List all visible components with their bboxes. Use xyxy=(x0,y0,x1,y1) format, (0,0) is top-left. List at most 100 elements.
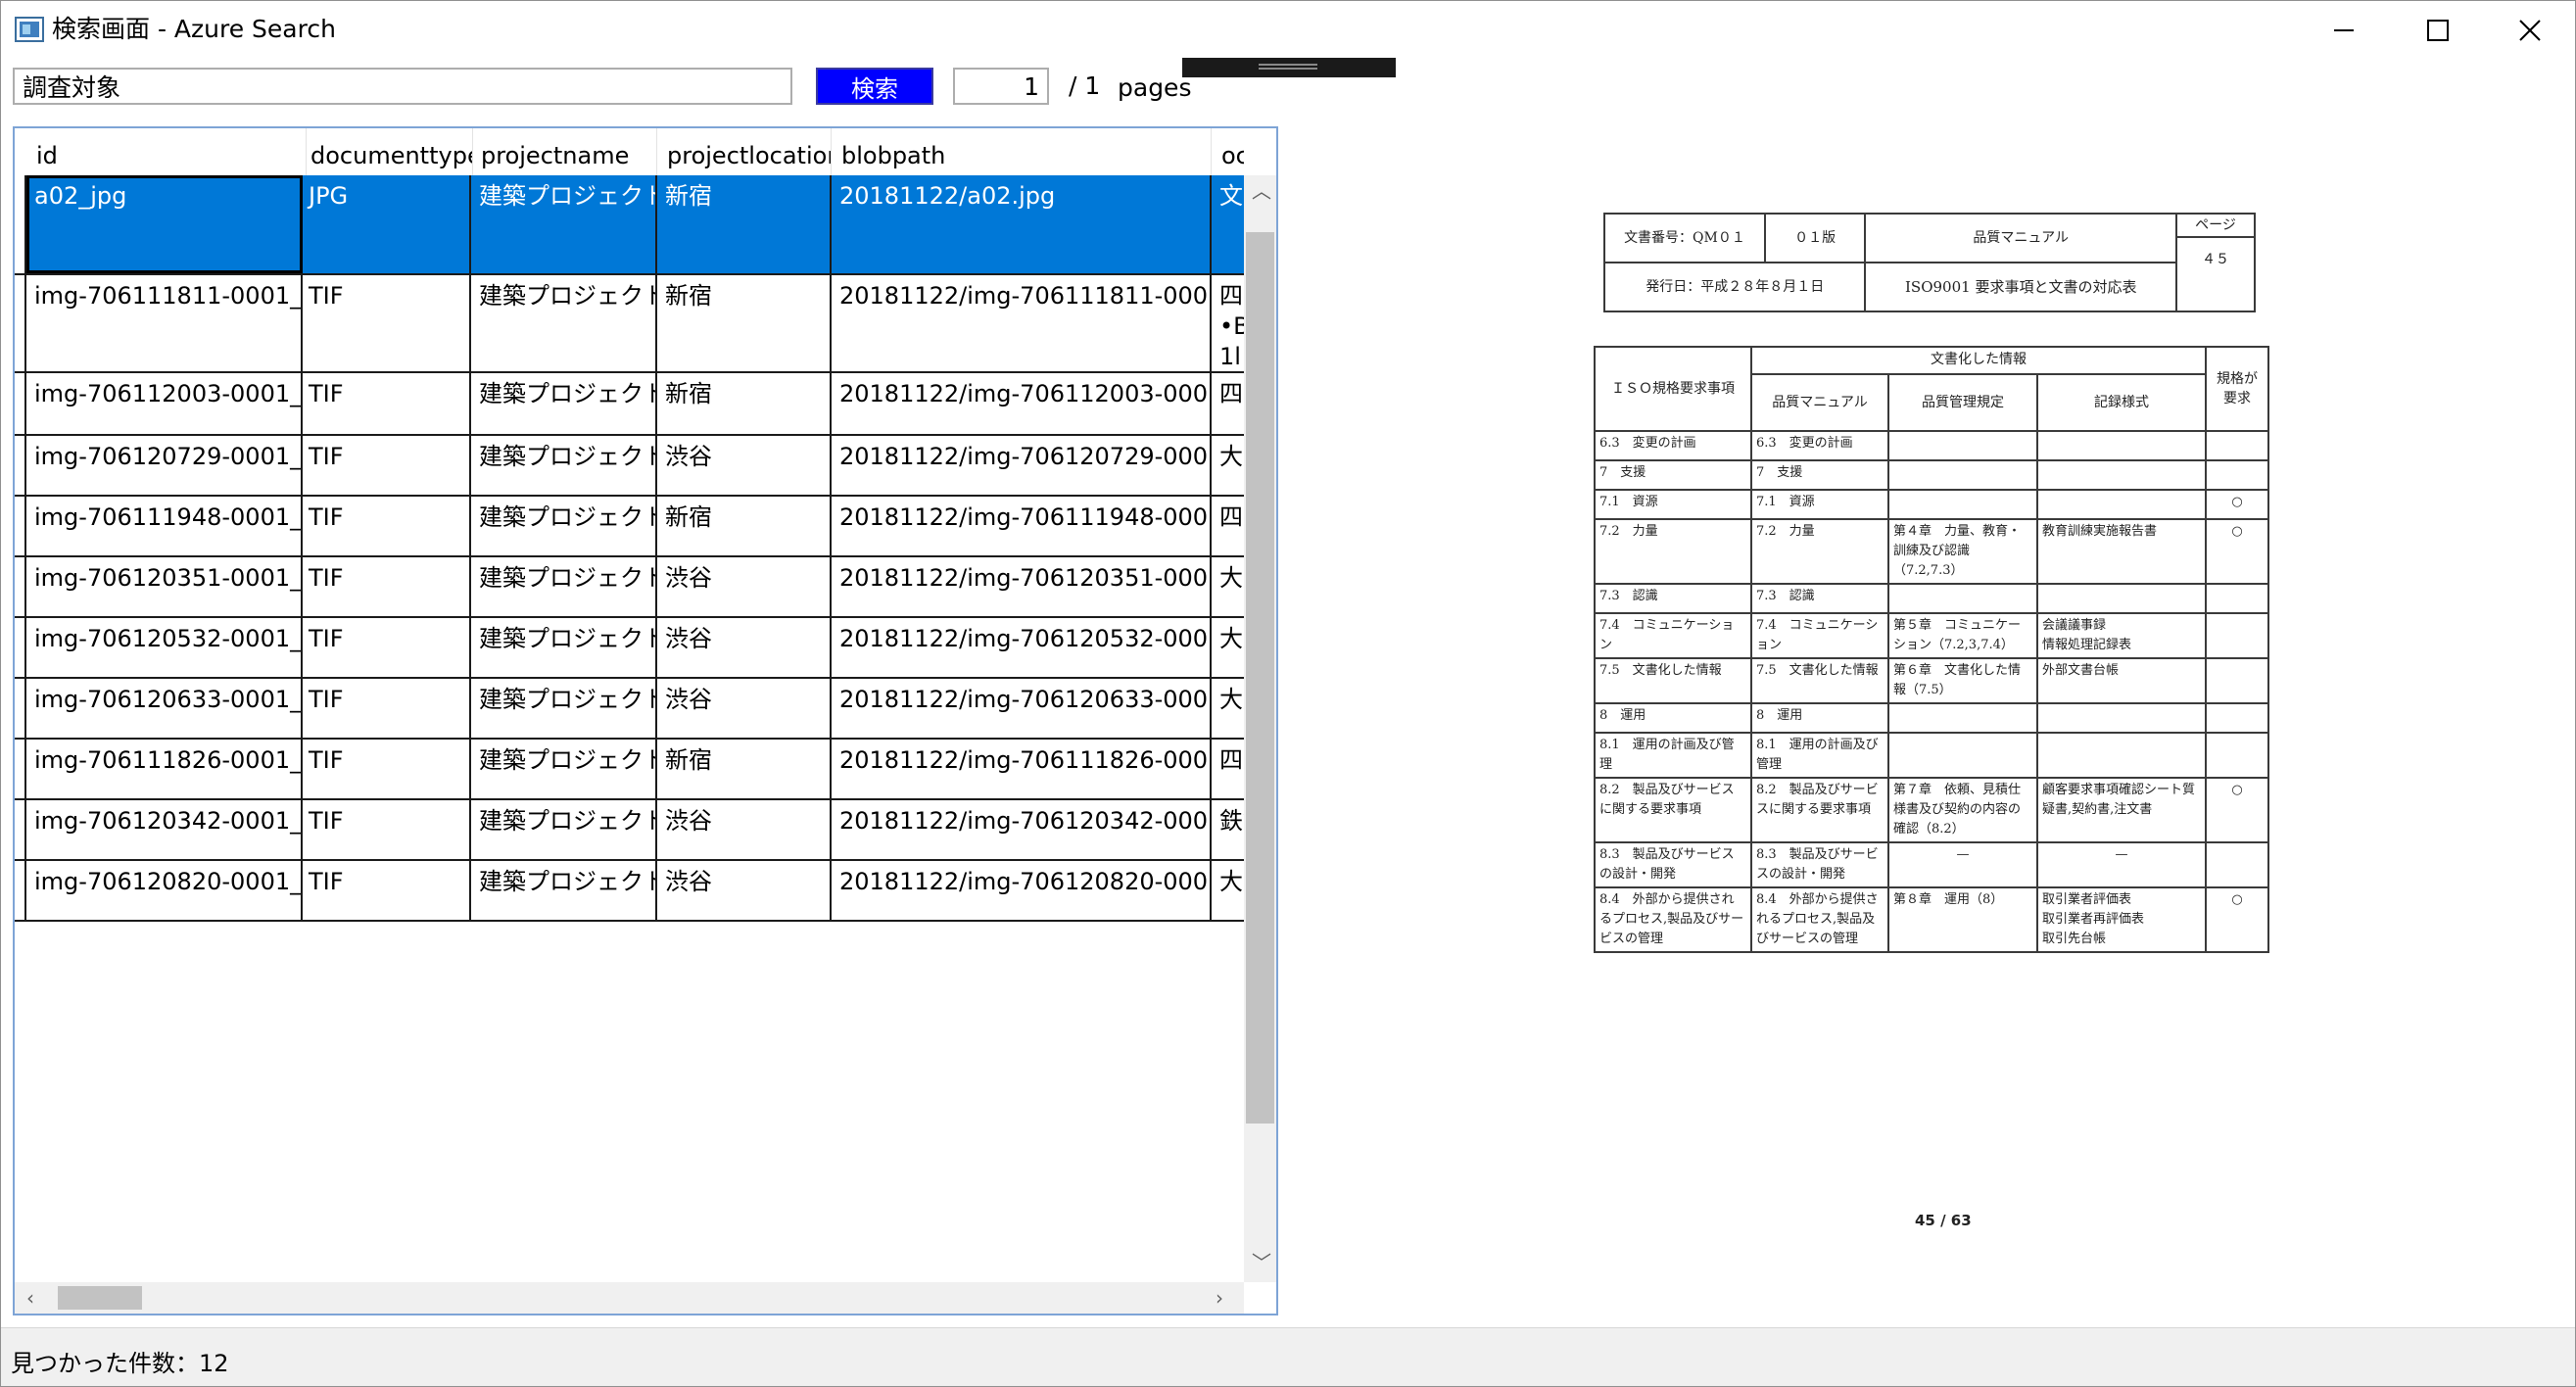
cell-projectlocation[interactable]: 渋谷 xyxy=(657,861,832,920)
cell-documenttype[interactable]: TIF xyxy=(301,436,471,495)
column-header-projectname[interactable]: projectname xyxy=(471,128,657,175)
cell-id[interactable]: img-706111826-0001_tif xyxy=(26,740,303,798)
cell-projectlocation[interactable]: 渋谷 xyxy=(657,436,832,495)
minimize-button[interactable] xyxy=(2299,1,2389,60)
row-header[interactable] xyxy=(15,618,26,677)
cell-blobpath[interactable]: 20181122/img-706120342-0001.tif xyxy=(832,800,1212,859)
row-header[interactable] xyxy=(15,175,26,273)
cell-blobpath[interactable]: 20181122/img-706112003-0001.tif xyxy=(832,373,1212,434)
cell-ocr[interactable]: 四谷 xyxy=(1212,740,1244,798)
cell-id[interactable]: img-706111948-0001_tif xyxy=(26,497,303,555)
cell-documenttype[interactable]: TIF xyxy=(301,557,471,616)
table-row[interactable]: a02_jpgJPG建築プロジェクトA新宿20181122/a02.jpg文書 xyxy=(15,175,1244,275)
table-row[interactable]: img-706120342-0001_tifTIF建築プロジェクトB渋谷2018… xyxy=(15,800,1244,861)
scroll-right-icon[interactable]: › xyxy=(1216,1288,1223,1308)
vertical-scrollbar[interactable]: ︿ ﹀ xyxy=(1244,175,1276,1282)
cell-projectlocation[interactable]: 新宿 xyxy=(657,497,832,555)
column-header-documenttype[interactable]: documenttype xyxy=(301,128,473,175)
cell-projectname[interactable]: 建築プロジェクトA xyxy=(471,275,657,371)
cell-documenttype[interactable]: JPG xyxy=(301,175,471,273)
scroll-up-icon[interactable]: ︿ xyxy=(1252,181,1271,201)
splitter-handle[interactable] xyxy=(1182,58,1396,77)
search-input[interactable] xyxy=(13,68,792,105)
cell-documenttype[interactable]: TIF xyxy=(301,800,471,859)
cell-ocr[interactable]: 大成 xyxy=(1212,436,1244,495)
cell-blobpath[interactable]: 20181122/img-706120351-0001.tif xyxy=(832,557,1212,616)
table-row[interactable]: img-706120820-0001_tifTIF建築プロジェクトB渋谷2018… xyxy=(15,861,1244,922)
table-row[interactable]: img-706120729-0001_tifTIF建築プロジェクトB渋谷2018… xyxy=(15,436,1244,497)
cell-id[interactable]: img-706120342-0001_tif xyxy=(26,800,303,859)
cell-ocr[interactable]: 大成 xyxy=(1212,679,1244,738)
scroll-down-icon[interactable]: ﹀ xyxy=(1252,1253,1271,1272)
horizontal-scrollbar[interactable]: ‹ › xyxy=(15,1282,1244,1314)
cell-projectname[interactable]: 建築プロジェクトB xyxy=(471,618,657,677)
row-header[interactable] xyxy=(15,373,26,434)
row-header[interactable] xyxy=(15,497,26,555)
cell-projectlocation[interactable]: 渋谷 xyxy=(657,800,832,859)
row-header[interactable] xyxy=(15,557,26,616)
cell-id[interactable]: img-706120633-0001_tif xyxy=(26,679,303,738)
row-header[interactable] xyxy=(15,740,26,798)
row-header[interactable] xyxy=(15,275,26,371)
cell-id[interactable]: img-706120820-0001_tif xyxy=(26,861,303,920)
cell-id[interactable]: a02_jpg xyxy=(26,175,303,273)
column-header-id[interactable]: id xyxy=(26,128,307,175)
cell-projectname[interactable]: 建築プロジェクトB xyxy=(471,557,657,616)
cell-blobpath[interactable]: 20181122/img-706111948-0001.tif xyxy=(832,497,1212,555)
cell-documenttype[interactable]: TIF xyxy=(301,861,471,920)
cell-projectname[interactable]: 建築プロジェクトB xyxy=(471,861,657,920)
cell-blobpath[interactable]: 20181122/img-706120532-0001.tif xyxy=(832,618,1212,677)
row-header[interactable] xyxy=(15,436,26,495)
cell-documenttype[interactable]: TIF xyxy=(301,740,471,798)
cell-projectlocation[interactable]: 渋谷 xyxy=(657,679,832,738)
cell-ocr[interactable]: 大成 xyxy=(1212,557,1244,616)
cell-projectlocation[interactable]: 渋谷 xyxy=(657,557,832,616)
table-row[interactable]: img-706112003-0001_tifTIF建築プロジェクトA新宿2018… xyxy=(15,373,1244,436)
column-header-projectlocation[interactable]: projectlocation xyxy=(657,128,832,175)
cell-documenttype[interactable]: TIF xyxy=(301,275,471,371)
cell-projectname[interactable]: 建築プロジェクトB xyxy=(471,679,657,738)
close-button[interactable] xyxy=(2485,1,2575,60)
cell-projectname[interactable]: 建築プロジェクトA xyxy=(471,740,657,798)
table-row[interactable]: img-706120351-0001_tifTIF建築プロジェクトB渋谷2018… xyxy=(15,557,1244,618)
table-row[interactable]: img-706120633-0001_tifTIF建築プロジェクトB渋谷2018… xyxy=(15,679,1244,740)
cell-projectname[interactable]: 建築プロジェクトA xyxy=(471,175,657,273)
row-header[interactable] xyxy=(15,679,26,738)
cell-blobpath[interactable]: 20181122/img-706111826-0001.tif xyxy=(832,740,1212,798)
cell-blobpath[interactable]: 20181122/img-706120820-0001.tif xyxy=(832,861,1212,920)
cell-id[interactable]: img-706112003-0001_tif xyxy=(26,373,303,434)
column-header-blobpath[interactable]: blobpath xyxy=(832,128,1212,175)
table-row[interactable]: img-706111826-0001_tifTIF建築プロジェクトA新宿2018… xyxy=(15,740,1244,800)
horizontal-scroll-thumb[interactable] xyxy=(58,1286,142,1310)
scroll-left-icon[interactable]: ‹ xyxy=(26,1288,34,1308)
cell-documenttype[interactable]: TIF xyxy=(301,618,471,677)
cell-id[interactable]: img-706120729-0001_tif xyxy=(26,436,303,495)
page-number-input[interactable] xyxy=(953,68,1049,105)
cell-projectlocation[interactable]: 渋谷 xyxy=(657,618,832,677)
cell-projectlocation[interactable]: 新宿 xyxy=(657,175,832,273)
cell-projectname[interactable]: 建築プロジェクトB xyxy=(471,436,657,495)
maximize-button[interactable] xyxy=(2393,1,2483,60)
cell-blobpath[interactable]: 20181122/img-706120633-0001.tif xyxy=(832,679,1212,738)
table-row[interactable]: img-706111948-0001_tifTIF建築プロジェクトA新宿2018… xyxy=(15,497,1244,557)
cell-documenttype[interactable]: TIF xyxy=(301,497,471,555)
cell-ocr[interactable]: 大成 xyxy=(1212,618,1244,677)
vertical-scroll-thumb[interactable] xyxy=(1246,232,1274,1124)
cell-blobpath[interactable]: 20181122/a02.jpg xyxy=(832,175,1212,273)
cell-projectname[interactable]: 建築プロジェクトA xyxy=(471,373,657,434)
cell-id[interactable]: img-706120532-0001_tif xyxy=(26,618,303,677)
cell-id[interactable]: img-706120351-0001_tif xyxy=(26,557,303,616)
cell-projectlocation[interactable]: 新宿 xyxy=(657,740,832,798)
cell-ocr[interactable]: 四谷 xyxy=(1212,373,1244,434)
cell-blobpath[interactable]: 20181122/img-706120729-0001.tif xyxy=(832,436,1212,495)
cell-projectlocation[interactable]: 新宿 xyxy=(657,373,832,434)
row-header[interactable] xyxy=(15,861,26,920)
cell-ocr[interactable]: 四谷 xyxy=(1212,497,1244,555)
cell-projectlocation[interactable]: 新宿 xyxy=(657,275,832,371)
cell-documenttype[interactable]: TIF xyxy=(301,679,471,738)
cell-documenttype[interactable]: TIF xyxy=(301,373,471,434)
row-header[interactable] xyxy=(15,800,26,859)
table-row[interactable]: img-706120532-0001_tifTIF建築プロジェクトB渋谷2018… xyxy=(15,618,1244,679)
cell-id[interactable]: img-706111811-0001_tif xyxy=(26,275,303,371)
cell-projectname[interactable]: 建築プロジェクトB xyxy=(471,800,657,859)
